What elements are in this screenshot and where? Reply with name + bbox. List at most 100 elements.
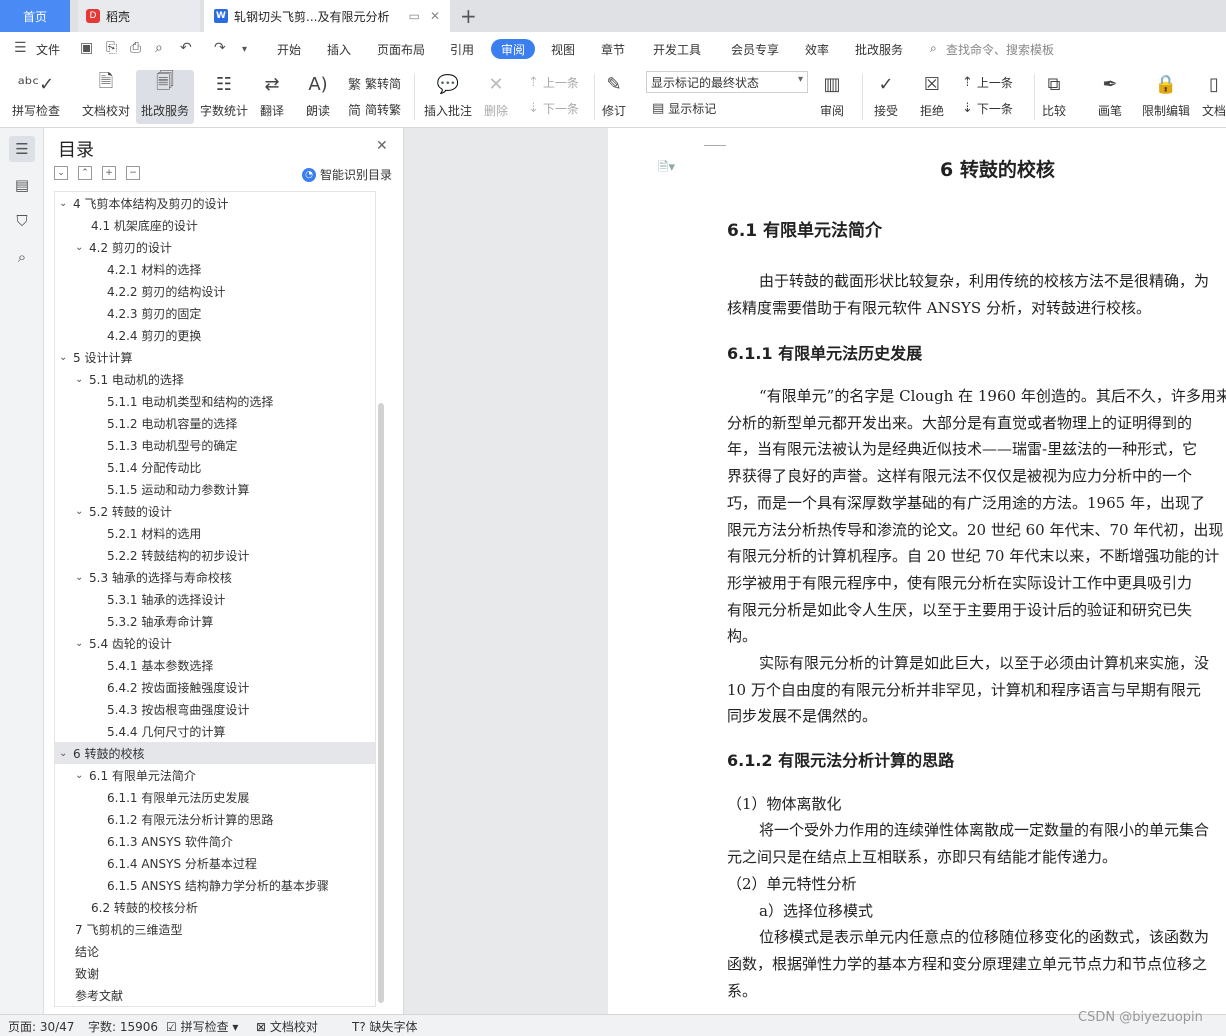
toc-item[interactable]: ⌄ 6.1 有限单元法简介 — [55, 764, 375, 786]
review-pane-button[interactable]: ▥ 审阅 — [818, 70, 846, 119]
trad-to-simp-button[interactable]: 繁繁转简 — [348, 74, 401, 93]
new-tab-icon[interactable]: + — [460, 4, 477, 28]
add-heading-icon[interactable]: + — [102, 166, 116, 180]
toc-item[interactable]: 6.4.2 按齿面接触强度设计 — [55, 676, 375, 698]
remove-heading-icon[interactable]: − — [126, 166, 140, 180]
word-count-indicator[interactable]: 字数: 15906 — [88, 1018, 158, 1035]
pen-button[interactable]: ✒ 画笔 — [1096, 70, 1124, 119]
track-changes-button[interactable]: ✎ 修订 — [600, 70, 628, 119]
chevron-down-icon[interactable]: ⌄ — [75, 638, 89, 649]
page-indicator[interactable]: 页面: 30/47 — [8, 1018, 74, 1035]
toc-item[interactable]: 5.4.3 按齿根弯曲强度设计 — [55, 698, 375, 720]
toc-item[interactable]: ⌄ 6 转鼓的校核 — [55, 742, 375, 764]
toc-item[interactable]: 5.1.5 运动和动力参数计算 — [55, 478, 375, 500]
toc-item[interactable]: 6.2 转鼓的校核分析 — [55, 896, 375, 918]
chevron-down-icon[interactable]: ⌄ — [59, 352, 73, 363]
toc-item[interactable]: ⌄ 5.4 齿轮的设计 — [55, 632, 375, 654]
chevron-down-icon[interactable]: ⌄ — [59, 198, 73, 209]
insert-comment-button[interactable]: 💬 插入批注 — [424, 70, 472, 119]
prev-change-button[interactable]: ⇡ 上一条 — [962, 74, 1013, 91]
next-change-button[interactable]: ⇣ 下一条 — [962, 100, 1013, 117]
menu-devtools[interactable]: 开发工具 — [653, 41, 701, 58]
toc-item[interactable]: 参考文献 — [55, 984, 375, 1006]
toc-item[interactable]: 5.1.4 分配传动比 — [55, 456, 375, 478]
toc-panel-icon[interactable]: ☰ — [9, 136, 35, 162]
save-icon[interactable]: ▣ — [80, 40, 93, 56]
chevron-down-icon[interactable]: ⌄ — [59, 748, 73, 759]
toc-item[interactable]: ⌄ 5.3 轴承的选择与寿命校核 — [55, 566, 375, 588]
menu-efficiency[interactable]: 效率 — [805, 41, 829, 58]
accept-button[interactable]: ✓ 接受 — [872, 70, 900, 119]
status-proofread[interactable]: ⊠ 文档校对 — [256, 1018, 318, 1035]
show-markup-button[interactable]: ▤ 显示标记 — [652, 100, 716, 117]
toc-item[interactable]: 6.1.4 ANSYS 分析基本过程 — [55, 852, 375, 874]
menu-review[interactable]: 审阅 — [491, 39, 535, 59]
toc-item[interactable]: 5.2.2 转鼓结构的初步设计 — [55, 544, 375, 566]
correction-service-button[interactable]: 🗐 批改服务 — [136, 70, 194, 124]
reject-button[interactable]: ☒ 拒绝 — [918, 70, 946, 119]
chevron-down-icon[interactable]: ⌄ — [75, 374, 89, 385]
tab-window-icon[interactable]: ▭ — [409, 9, 420, 23]
tab-daoke[interactable]: D 稻壳 — [78, 0, 200, 32]
toc-scrollbar[interactable] — [378, 403, 384, 1003]
bookmark-icon[interactable]: ⛉ — [9, 208, 35, 234]
menu-file[interactable]: 文件 — [36, 41, 60, 58]
status-missing-font[interactable]: T? 缺失字体 — [352, 1018, 418, 1035]
menu-start[interactable]: 开始 — [277, 41, 301, 58]
print-icon[interactable]: ⎙ — [130, 40, 141, 56]
toc-item[interactable]: ⌄ 5 设计计算 — [55, 346, 375, 368]
tab-home[interactable]: 首页 — [0, 0, 70, 32]
chevron-down-icon[interactable]: ⌄ — [75, 242, 89, 253]
toc-item[interactable]: 5.4.4 几何尺寸的计算 — [55, 720, 375, 742]
smart-toc-button[interactable]: ◔ 智能识别目录 — [302, 166, 392, 183]
toc-item[interactable]: 6.1.1 有限单元法历史发展 — [55, 786, 375, 808]
simp-to-trad-button[interactable]: 简简转繁 — [348, 100, 401, 119]
toc-item[interactable]: ⌄ 4.2 剪刃的设计 — [55, 236, 375, 258]
find-icon[interactable]: ⌕ — [9, 244, 35, 270]
toc-item[interactable]: 6.1.2 有限元法分析计算的思路 — [55, 808, 375, 830]
toc-item[interactable]: 5.4.1 基本参数选择 — [55, 654, 375, 676]
collapse-all-icon[interactable]: ⌄ — [54, 166, 68, 180]
markup-state-select[interactable]: 显示标记的最终状态 — [646, 71, 808, 93]
redo-icon[interactable]: ↷ — [214, 40, 226, 56]
menu-references[interactable]: 引用 — [450, 41, 474, 58]
toc-item[interactable]: 6.1.5 ANSYS 结构静力学分析的基本步骤 — [55, 874, 375, 896]
toc-item[interactable]: 5.3.1 轴承的选择设计 — [55, 588, 375, 610]
proofread-button[interactable]: 🗎 文档校对 — [82, 70, 130, 119]
preview-icon[interactable]: ⌕ — [155, 40, 163, 56]
menu-member[interactable]: 会员专享 — [731, 41, 779, 58]
translate-button[interactable]: ⇄ 翻译 — [258, 70, 286, 119]
status-spell-check[interactable]: ☑ 拼写检查 ▾ — [166, 1018, 238, 1035]
toc-item[interactable]: 5.2.1 材料的选用 — [55, 522, 375, 544]
toc-item[interactable]: 4.2.2 剪刃的结构设计 — [55, 280, 375, 302]
toc-item[interactable]: ⌄ 5.1 电动机的选择 — [55, 368, 375, 390]
toc-item[interactable]: ⌄ 4 飞剪本体结构及剪刃的设计 — [55, 192, 375, 214]
chevron-down-icon[interactable]: ⌄ — [75, 506, 89, 517]
document-page[interactable]: 🗎▾ 6 转鼓的校核 6.1 有限单元法简介 由于转鼓的截面形状比较复杂，利用传… — [608, 128, 1226, 1014]
toc-item[interactable]: 5.1.1 电动机类型和结构的选择 — [55, 390, 375, 412]
toc-item[interactable]: 6.1.3 ANSYS 软件简介 — [55, 830, 375, 852]
toc-item[interactable]: 4.2.4 剪刃的更换 — [55, 324, 375, 346]
chevron-down-icon[interactable]: ⌄ — [75, 572, 89, 583]
chevron-down-icon[interactable]: ⌄ — [75, 770, 89, 781]
spell-check-button[interactable]: ᵃᵇᶜ✓ 拼写检查 — [12, 70, 60, 119]
prev-comment-button[interactable]: ⇡ 上一条 — [528, 74, 579, 91]
menu-correction[interactable]: 批改服务 — [855, 41, 903, 58]
toc-item[interactable]: 5.1.2 电动机容量的选择 — [55, 412, 375, 434]
toc-item[interactable]: 5.1.3 电动机型号的确定 — [55, 434, 375, 456]
document-permission-button[interactable]: ▯ 文档 — [1200, 70, 1226, 119]
toc-item[interactable]: 致谢 — [55, 962, 375, 984]
quick-access-more-icon[interactable]: ▾ — [242, 44, 247, 55]
undo-icon[interactable]: ↶ — [180, 40, 192, 56]
toc-item[interactable]: ⌄ 5.2 转鼓的设计 — [55, 500, 375, 522]
read-aloud-button[interactable]: A) 朗读 — [304, 70, 332, 119]
paragraph-menu-icon[interactable]: 🗎▾ — [658, 158, 675, 180]
toc-item[interactable]: 5.3.2 轴承寿命计算 — [55, 610, 375, 632]
toc-item[interactable]: 结论 — [55, 940, 375, 962]
command-search-input[interactable]: 查找命令、搜索模板 — [946, 41, 1054, 58]
tab-document[interactable]: W 轧钢切头飞剪...及有限元分析 ▭ ✕ — [204, 0, 450, 32]
toc-item[interactable]: 4.2.1 材料的选择 — [55, 258, 375, 280]
hamburger-icon[interactable]: ☰ — [14, 40, 27, 56]
toc-close-icon[interactable]: ✕ — [376, 138, 388, 154]
restrict-edit-button[interactable]: 🔒 限制编辑 — [1142, 70, 1190, 119]
